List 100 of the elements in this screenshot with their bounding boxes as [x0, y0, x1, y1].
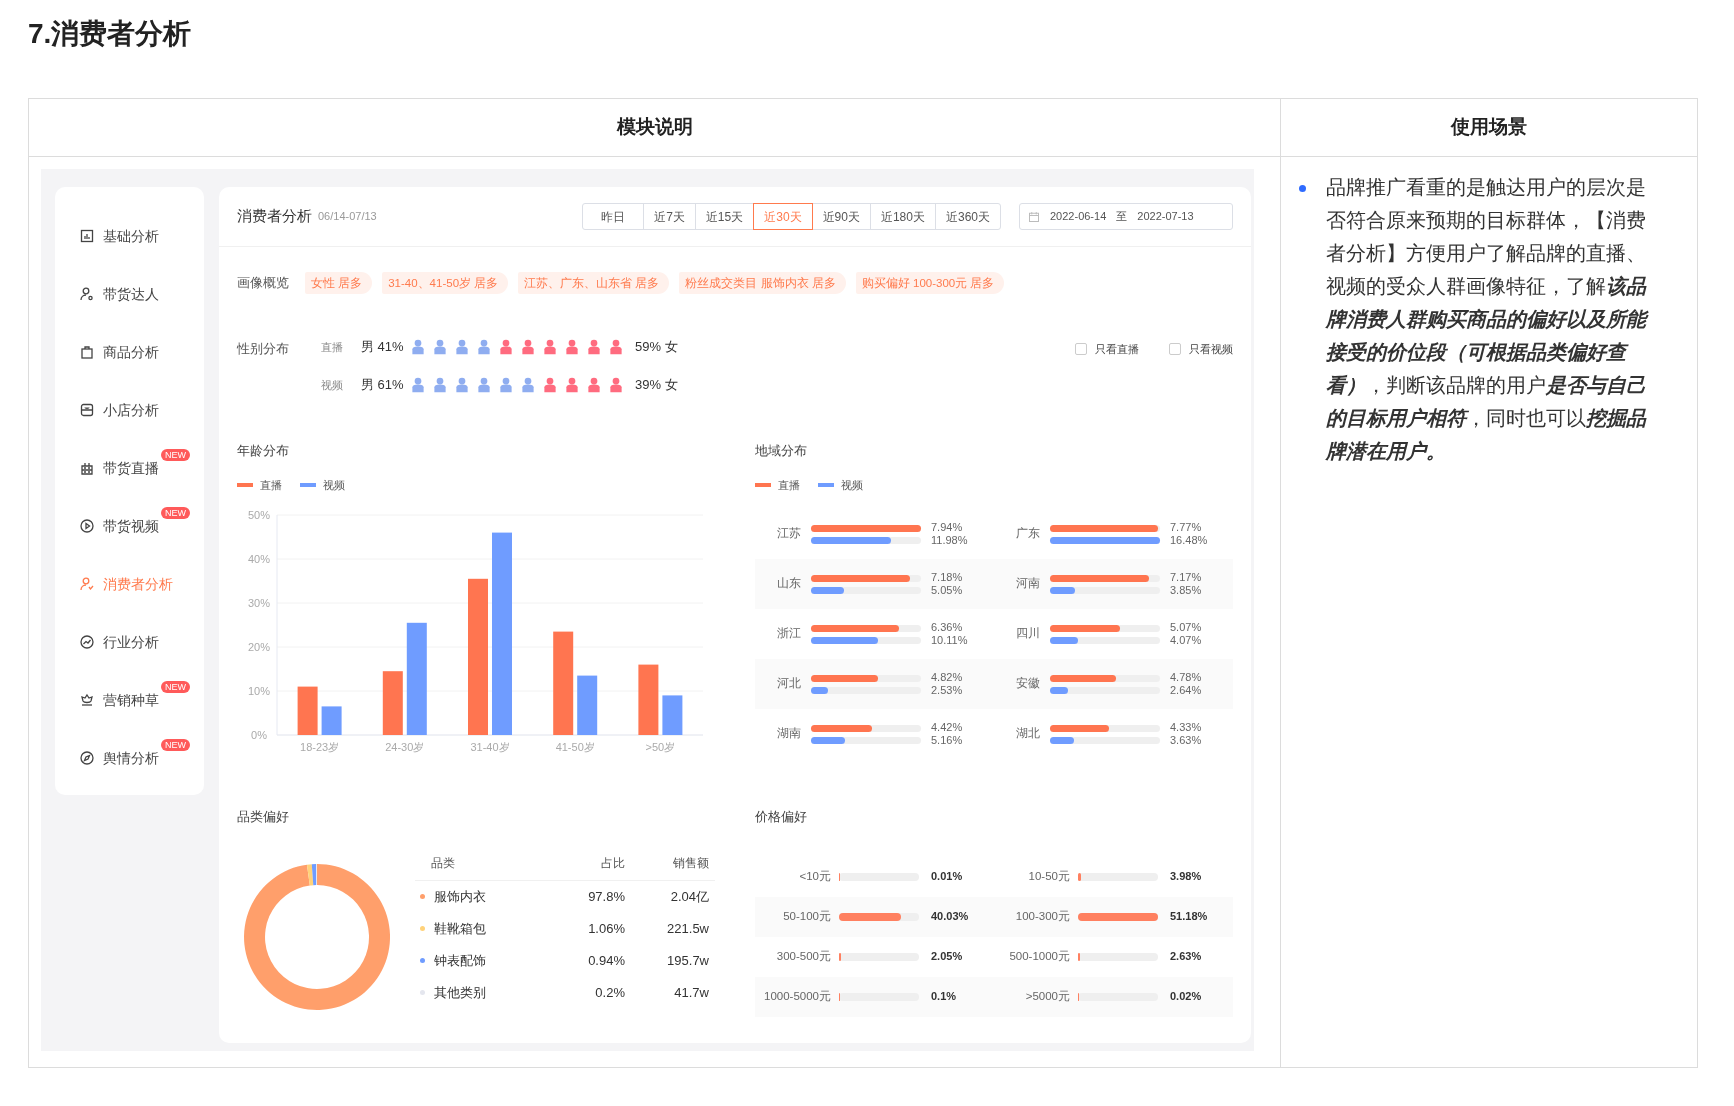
range-tab[interactable]: 昨日 — [582, 203, 645, 230]
tag: 粉丝成交类目 服饰内衣 居多 — [679, 272, 846, 294]
range-tab[interactable]: 近360天 — [934, 203, 1001, 230]
region-name: 安徽 — [1015, 676, 1041, 692]
bar — [638, 664, 659, 735]
tag: 女性 居多 — [305, 272, 373, 294]
share-value: 4.82% — [931, 671, 963, 684]
price-range-label: 500-1000元 — [1008, 948, 1071, 964]
axis-tick-label: 20% — [248, 641, 270, 653]
calendar-grid-icon — [79, 460, 95, 476]
new-badge: NEW — [161, 739, 190, 751]
table-cell-text: 0.94% — [587, 951, 625, 970]
share-value: 5.07% — [1170, 621, 1202, 634]
share-value: 2.64% — [1170, 684, 1202, 697]
region-name: 河北 — [776, 676, 802, 692]
range-tab[interactable]: 近15天 — [694, 203, 755, 230]
section-title: 价格偏好 — [755, 808, 808, 826]
share-value: 2.53% — [931, 684, 963, 697]
share-value: 11.98% — [931, 534, 968, 547]
share-value: 7.77% — [1170, 521, 1203, 534]
table-cell-text: 其他类别 — [434, 983, 486, 1002]
table-cell-text: 221.5w — [666, 919, 709, 938]
axis-tick-label: 40% — [248, 553, 270, 565]
column-header: 占比 — [600, 855, 625, 872]
store-icon — [79, 402, 95, 418]
share-value: 3.85% — [1170, 584, 1202, 597]
section-title: 年龄分布 — [237, 442, 290, 460]
range-tab[interactable]: 近180天 — [869, 203, 936, 230]
sidebar-item[interactable]: 营销种草 NEW — [55, 671, 204, 729]
legend-label: 视频 — [323, 477, 345, 493]
share-value: 5.16% — [931, 734, 963, 747]
price-range-label: 50-100元 — [782, 908, 832, 924]
share-value: 51.18% — [1170, 909, 1208, 925]
row-label: 视频 — [321, 377, 344, 393]
row-label: 直播 — [321, 339, 344, 355]
price-range-label: 1000-5000元 — [763, 988, 832, 1004]
region-name: 湖南 — [776, 726, 802, 742]
bar — [382, 671, 403, 735]
sidebar-item[interactable]: 小店分析 — [55, 381, 204, 439]
share-value: 4.33% — [1170, 721, 1202, 734]
region-name: 湖北 — [1015, 726, 1041, 742]
range-tab[interactable]: 近90天 — [811, 203, 871, 230]
sidebar-item[interactable]: 带货达人 — [55, 265, 204, 323]
table-cell-text: 97.8% — [587, 887, 625, 906]
table-cell-text: 195.7w — [666, 951, 709, 970]
region-name: 河南 — [1015, 576, 1041, 592]
share-value: 6.36% — [931, 621, 964, 634]
price-range-label: 300-500元 — [775, 948, 832, 964]
share-value: 7.17% — [1170, 571, 1202, 584]
new-badge: NEW — [161, 681, 190, 693]
page-title: 消费者分析 — [237, 206, 312, 227]
sidebar-item[interactable]: 带货视频 NEW — [55, 497, 204, 555]
sidebar-item[interactable]: 舆情分析 NEW — [55, 729, 204, 787]
page-heading: 7.消费者分析 — [28, 18, 192, 49]
share-value: 7.94% — [931, 521, 964, 534]
person-icon — [79, 286, 95, 302]
filter-checkbox[interactable]: 只看直播 — [1075, 341, 1139, 357]
share-value: 2.05% — [931, 949, 963, 965]
legend-label: 视频 — [841, 477, 863, 493]
legend-label: 直播 — [260, 477, 282, 493]
share-value: 7.18% — [931, 571, 963, 584]
usage-paragraph: 品牌推广看重的是触达用户的层次是否符合原来预期的目标群体，【消费者分析】方便用户了解品牌的直播、视频的受众人群画像特征，了解该品牌消费人群购买商品的偏好以及所能接受的价位段（可根据品类偏好查看），判断该品牌的用户是否与自己的目标用户相符，同时也可以挖掘品牌潜在用户。 — [1326, 171, 1658, 468]
column-header: 模块说明 — [616, 115, 693, 140]
sidebar-item[interactable]: 商品分析 — [55, 323, 204, 381]
legend-label: 直播 — [778, 477, 800, 493]
category-label: 24-30岁 — [385, 741, 425, 753]
share-value: 40.03% — [931, 909, 969, 925]
bar — [577, 675, 598, 735]
bar — [297, 686, 318, 735]
share-value: 3.98% — [1170, 869, 1202, 885]
share-value: 4.78% — [1170, 671, 1202, 684]
date-picker[interactable]: 2022-06-14 至 2022-07-13 — [1019, 203, 1233, 230]
table-cell-text: 钟表配饰 — [434, 951, 486, 970]
category-label: 31-40岁 — [470, 741, 510, 753]
axis-tick-label: 0% — [251, 729, 267, 741]
tag: 江苏、广东、山东省 居多 — [518, 272, 670, 294]
price-range-label: <10元 — [798, 868, 832, 884]
bar — [662, 695, 683, 735]
range-tab[interactable]: 近7天 — [643, 203, 696, 230]
table-cell-text: 服饰内衣 — [434, 887, 486, 906]
male-share: 男 41% — [361, 338, 405, 357]
share-value: 3.63% — [1170, 734, 1202, 747]
filter-checkbox[interactable]: 只看视频 — [1169, 341, 1233, 357]
region-name: 江苏 — [776, 526, 802, 542]
category-label: >50岁 — [645, 741, 676, 753]
share-value: 10.11% — [931, 634, 968, 647]
region-name: 广东 — [1015, 526, 1041, 542]
axis-tick-label: 10% — [248, 685, 270, 697]
chart-icon — [79, 228, 95, 244]
table-cell-text: 2.04亿 — [669, 887, 709, 906]
region-name: 山东 — [776, 576, 802, 592]
region-name: 四川 — [1015, 626, 1041, 642]
table-cell-text: 1.06% — [587, 919, 625, 938]
sidebar-item[interactable]: 行业分析 — [55, 613, 204, 671]
sidebar-item[interactable]: 带货直播 NEW — [55, 439, 204, 497]
share-value: 4.42% — [931, 721, 963, 734]
bullet-icon — [1299, 185, 1306, 192]
price-range-label: >5000元 — [1024, 988, 1071, 1004]
sidebar-item[interactable]: 基础分析 — [55, 207, 204, 265]
female-share: 39% 女 — [635, 376, 678, 395]
